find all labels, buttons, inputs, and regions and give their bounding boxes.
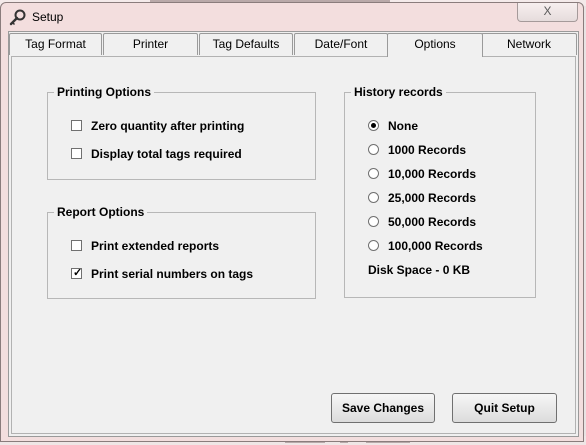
history-radio-50000[interactable] — [368, 216, 379, 227]
tab-printer[interactable]: Printer — [103, 33, 198, 55]
report-options-group: Report Options Print extended reports ✓ … — [47, 205, 316, 299]
printing-options-group: Printing Options Zero quantity after pri… — [47, 85, 316, 180]
setup-window: Setup X Tag Format Printer Tag Defaults … — [0, 2, 584, 442]
history-radio-none[interactable] — [368, 120, 379, 131]
history-label-none: None — [388, 119, 418, 133]
history-label-100000: 100,000 Records — [388, 239, 483, 253]
zero-quantity-label: Zero quantity after printing — [91, 119, 245, 133]
save-changes-button[interactable]: Save Changes — [331, 393, 435, 423]
report-options-legend: Report Options — [54, 205, 148, 219]
printing-options-legend: Printing Options — [54, 85, 154, 99]
quit-setup-button[interactable]: Quit Setup — [452, 393, 557, 423]
history-label-25000: 25,000 Records — [388, 191, 477, 205]
radio-selected-dot — [371, 123, 376, 128]
history-label-1000: 1000 Records — [388, 143, 467, 157]
display-total-tags-label: Display total tags required — [91, 147, 242, 161]
history-label-50000: 50,000 Records — [388, 215, 477, 229]
history-records-legend: History records — [351, 85, 446, 99]
disk-space-text: Disk Space - 0 KB — [368, 263, 471, 277]
tab-network[interactable]: Network — [481, 33, 577, 55]
tab-options[interactable]: Options — [387, 33, 483, 57]
close-button[interactable]: X — [517, 3, 578, 22]
history-records-group: History records None 1000 Records 10,000… — [344, 85, 536, 298]
history-radio-100000[interactable] — [368, 240, 379, 251]
tab-date-font[interactable]: Date/Font — [294, 33, 388, 55]
display-total-tags-checkbox[interactable] — [71, 148, 82, 159]
history-radio-1000[interactable] — [368, 144, 379, 155]
tab-tag-defaults[interactable]: Tag Defaults — [199, 33, 293, 55]
serial-numbers-checkbox[interactable]: ✓ — [71, 267, 83, 279]
history-label-10000: 10,000 Records — [388, 167, 477, 181]
window-title: Setup — [32, 10, 64, 24]
history-radio-25000[interactable] — [368, 192, 379, 203]
check-mark-icon: ✓ — [73, 267, 83, 279]
wrench-key-icon — [9, 9, 26, 26]
tab-tag-format[interactable]: Tag Format — [9, 33, 102, 55]
history-radio-10000[interactable] — [368, 168, 379, 179]
serial-numbers-label: Print serial numbers on tags — [91, 267, 254, 281]
extended-reports-label: Print extended reports — [91, 239, 220, 253]
extended-reports-checkbox[interactable] — [71, 240, 82, 251]
zero-quantity-checkbox[interactable] — [71, 120, 82, 131]
options-panel: Printing Options Zero quantity after pri… — [11, 56, 576, 434]
